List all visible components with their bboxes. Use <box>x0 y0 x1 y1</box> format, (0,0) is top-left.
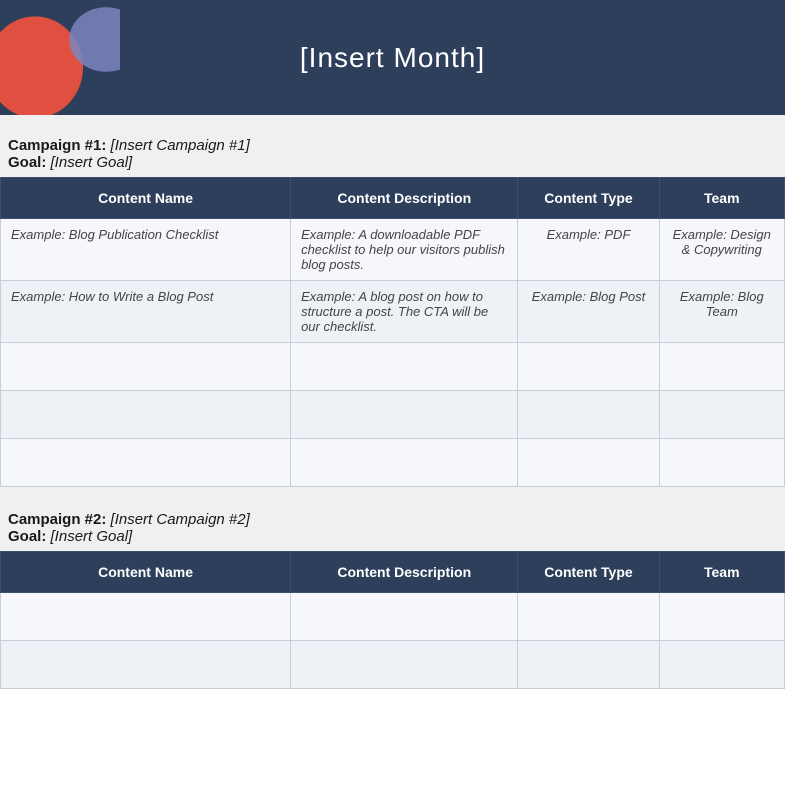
empty-name <box>1 439 291 487</box>
empty-team <box>659 439 784 487</box>
section-divider <box>0 487 785 501</box>
campaign-2-section: Campaign #2: [Insert Campaign #2] Goal: … <box>0 501 785 689</box>
col-header-name: Content Name <box>1 178 291 219</box>
campaign-1-header-row: Content Name Content Description Content… <box>1 178 785 219</box>
empty-name <box>1 641 291 689</box>
empty-name <box>1 343 291 391</box>
row-1-team: Example: Design & Copywriting <box>659 219 784 281</box>
campaign-2-goal: Goal: [Insert Goal] <box>8 528 777 545</box>
empty-content-type <box>518 593 659 641</box>
col-header-content-type: Content Type <box>518 552 659 593</box>
empty-description <box>291 439 518 487</box>
empty-content-type <box>518 391 659 439</box>
campaign-1-goal: Goal: [Insert Goal] <box>8 154 777 171</box>
empty-content-type <box>518 343 659 391</box>
campaign-1-section: Campaign #1: [Insert Campaign #1] Goal: … <box>0 127 785 487</box>
empty-team <box>659 343 784 391</box>
campaign-2-header-row: Content Name Content Description Content… <box>1 552 785 593</box>
decorative-blobs <box>0 0 120 115</box>
row-1-content-type: Example: PDF <box>518 219 659 281</box>
page-header: [Insert Month] <box>0 0 785 115</box>
col-header-description: Content Description <box>291 552 518 593</box>
page-title: [Insert Month] <box>300 42 485 74</box>
campaign-1-title: Campaign #1: [Insert Campaign #1] <box>8 137 777 154</box>
row-1-description: Example: A downloadable PDF checklist to… <box>291 219 518 281</box>
campaign-2-table: Content Name Content Description Content… <box>0 551 785 689</box>
col-header-name: Content Name <box>1 552 291 593</box>
row-1-name: Example: Blog Publication Checklist <box>1 219 291 281</box>
empty-description <box>291 593 518 641</box>
empty-content-type <box>518 641 659 689</box>
empty-description <box>291 343 518 391</box>
empty-description <box>291 641 518 689</box>
row-2-name: Example: How to Write a Blog Post <box>1 281 291 343</box>
table-row <box>1 593 785 641</box>
col-header-team: Team <box>659 178 784 219</box>
row-2-team: Example: Blog Team <box>659 281 784 343</box>
empty-team <box>659 641 784 689</box>
empty-name <box>1 593 291 641</box>
campaign-1-header: Campaign #1: [Insert Campaign #1] Goal: … <box>0 127 785 177</box>
table-row <box>1 439 785 487</box>
empty-content-type <box>518 439 659 487</box>
row-2-content-type: Example: Blog Post <box>518 281 659 343</box>
table-row <box>1 391 785 439</box>
empty-team <box>659 391 784 439</box>
campaign-2-header: Campaign #2: [Insert Campaign #2] Goal: … <box>0 501 785 551</box>
campaign-1-table: Content Name Content Description Content… <box>0 177 785 487</box>
empty-team <box>659 593 784 641</box>
col-header-content-type: Content Type <box>518 178 659 219</box>
table-row <box>1 641 785 689</box>
col-header-description: Content Description <box>291 178 518 219</box>
table-row: Example: Blog Publication Checklist Exam… <box>1 219 785 281</box>
col-header-team: Team <box>659 552 784 593</box>
table-row: Example: How to Write a Blog Post Exampl… <box>1 281 785 343</box>
empty-name <box>1 391 291 439</box>
campaign-2-title: Campaign #2: [Insert Campaign #2] <box>8 511 777 528</box>
row-2-description: Example: A blog post on how to structure… <box>291 281 518 343</box>
table-row <box>1 343 785 391</box>
header-divider <box>0 115 785 127</box>
empty-description <box>291 391 518 439</box>
